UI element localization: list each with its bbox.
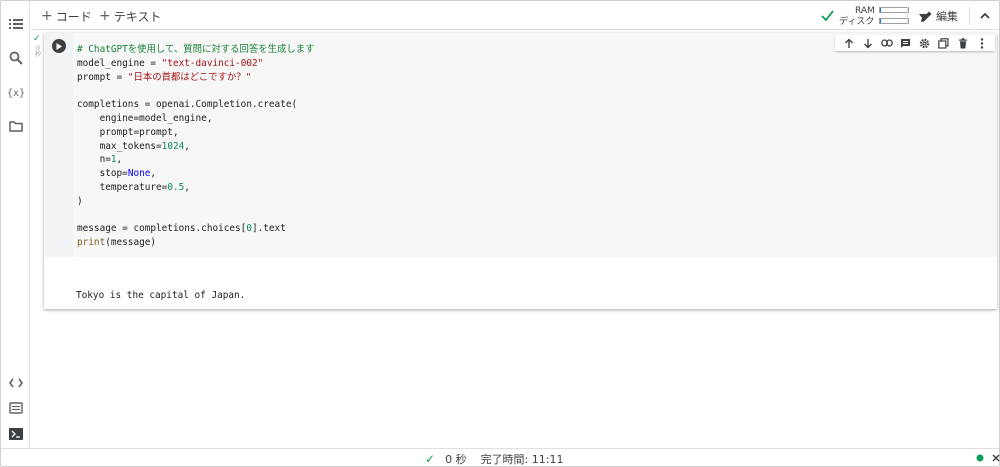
link-icon[interactable] — [880, 36, 894, 50]
search-icon[interactable] — [6, 48, 26, 68]
cell-toolbar — [835, 35, 995, 51]
disk-label: ディスク — [839, 17, 875, 27]
pencil-icon — [921, 11, 932, 22]
folder-icon[interactable] — [6, 116, 26, 136]
ram-meter — [879, 7, 909, 13]
svg-text:{x}: {x} — [7, 88, 25, 99]
close-status-icon[interactable] — [992, 454, 1000, 462]
add-text-button[interactable]: + テキスト — [99, 7, 161, 25]
chevron-up-icon[interactable] — [980, 12, 990, 19]
edit-label: 編集 — [936, 10, 958, 23]
plus-icon: + — [99, 8, 111, 24]
code-snippets-icon[interactable] — [6, 373, 26, 393]
status-completed: 完了時間: 11:11 — [480, 453, 564, 466]
more-options-icon[interactable] — [975, 36, 989, 50]
run-cell-button[interactable] — [52, 39, 66, 53]
execution-check-icon: ✓ — [33, 34, 41, 44]
cell-output: Tokyo is the capital of Japan. — [44, 257, 997, 309]
comment-icon[interactable] — [899, 36, 913, 50]
toolbar-divider — [907, 7, 908, 25]
left-sidebar: {x} — [1, 1, 30, 449]
terminal-icon[interactable] — [6, 424, 26, 444]
toolbar-divider — [969, 7, 970, 25]
connected-check-icon — [821, 10, 834, 21]
toolbar: + コード + テキスト RAM ディスク 編集 — [31, 1, 999, 30]
add-text-label: テキスト — [113, 9, 162, 24]
disk-meter-fill — [880, 19, 882, 23]
add-code-button[interactable]: + コード — [41, 7, 92, 25]
resources-indicator[interactable]: RAM ディスク — [821, 5, 931, 27]
disk-meter — [879, 18, 909, 24]
add-code-label: コード — [55, 9, 92, 24]
mirror-cell-icon[interactable] — [937, 36, 951, 50]
delete-trash-icon[interactable] — [956, 36, 970, 50]
code-text[interactable]: # ChatGPTを使用して、質問に対する回答を生成します model_engi… — [77, 43, 315, 250]
code-cell[interactable]: # ChatGPTを使用して、質問に対する回答を生成します model_engi… — [44, 33, 997, 309]
play-icon — [56, 42, 62, 50]
move-down-icon[interactable] — [861, 36, 875, 50]
table-of-contents-icon[interactable] — [6, 14, 26, 34]
variables-icon[interactable]: {x} — [6, 82, 26, 102]
status-elapsed: 0 秒 — [445, 453, 467, 466]
command-palette-icon[interactable] — [6, 398, 26, 418]
ram-label: RAM — [855, 6, 875, 16]
ram-meter-fill — [880, 8, 882, 12]
plus-icon: + — [41, 8, 53, 24]
cell-gutter — [44, 33, 73, 257]
status-summary[interactable]: ✓ 0 秒 完了時間: 11:11 — [425, 451, 563, 467]
status-bar: ✓ 0 秒 完了時間: 11:11 — [1, 448, 1000, 467]
execution-time: 0 秒 — [34, 45, 41, 58]
settings-gear-icon[interactable] — [918, 36, 932, 50]
status-check-icon: ✓ — [425, 452, 436, 466]
move-up-icon[interactable] — [842, 36, 856, 50]
edit-button[interactable]: 編集 — [920, 7, 958, 25]
output-text[interactable]: Tokyo is the capital of Japan. — [76, 290, 245, 301]
code-editor[interactable]: # ChatGPTを使用して、質問に対する回答を生成します model_engi… — [73, 33, 997, 257]
connection-status-dot-icon — [976, 454, 984, 462]
